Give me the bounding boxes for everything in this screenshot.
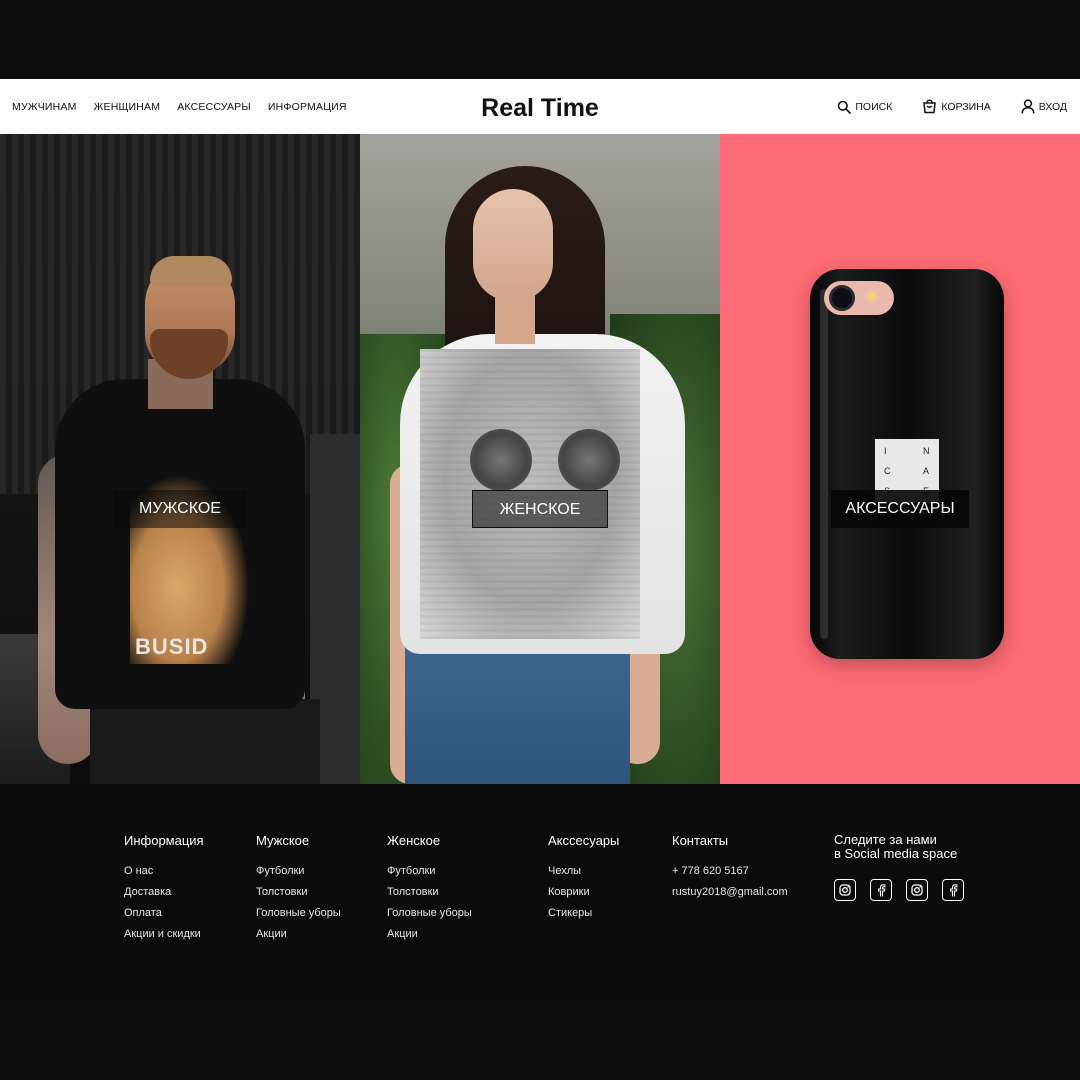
footer-link[interactable]: Коврики xyxy=(548,885,619,899)
facebook-icon[interactable] xyxy=(942,879,964,901)
nav-information[interactable]: ИНФОРМАЦИЯ xyxy=(268,101,347,113)
footer-link[interactable]: Акции и скидки xyxy=(124,927,204,941)
contact-email[interactable]: rustuy2018@gmail.com xyxy=(672,885,788,899)
cart-label: КОРЗИНА xyxy=(941,100,991,113)
social-links xyxy=(834,879,964,901)
model-hair xyxy=(150,256,232,286)
category-label-accessories[interactable]: АКСЕССУАРЫ xyxy=(831,490,969,528)
phone-case-shine xyxy=(820,289,828,639)
model-jeans xyxy=(405,639,630,784)
footer-column-women: Женское Футболки Толстовки Головные убор… xyxy=(387,833,472,948)
footer-heading: Акссесуары xyxy=(548,833,620,848)
tshirt-print-text: BUSID xyxy=(135,634,209,659)
category-panel-women[interactable]: ЖЕНСКОЕ xyxy=(360,134,720,784)
user-icon xyxy=(1021,99,1035,114)
site-header: МУЖЧИНАМ ЖЕНЩИНАМ АКСЕССУАРЫ ИНФОРМАЦИЯ … xyxy=(0,79,1080,134)
logo-letter: I xyxy=(884,446,887,456)
logo-letter: A xyxy=(923,466,930,476)
site-footer: Информация О нас Доставка Оплата Акции и… xyxy=(0,784,1080,1002)
category-hero: BUSID МУЖСКОЕ ЖЕНСКОЕ I N C A АКСЕССУАРЫ xyxy=(0,134,1080,784)
model-face xyxy=(473,189,553,301)
footer-heading: Информация xyxy=(124,833,204,848)
instagram-icon[interactable] xyxy=(906,879,928,901)
phone-case: I N C A S E xyxy=(810,269,1004,659)
footer-column-accessories: Акссесуары Чехлы Коврики Стикеры xyxy=(548,833,619,927)
footer-link[interactable]: Акции xyxy=(387,927,472,941)
footer-column-contacts: Контакты + 778 620 5167 rustuy2018@gmail… xyxy=(672,833,788,906)
instagram-icon[interactable] xyxy=(834,879,856,901)
footer-link[interactable]: Чехлы xyxy=(548,864,619,878)
footer-heading: Женское xyxy=(387,833,441,848)
footer-heading: Мужское xyxy=(256,833,310,848)
print-eye-right xyxy=(558,429,620,491)
footer-link[interactable]: Футболки xyxy=(387,864,472,878)
search-button[interactable]: ПОИСК xyxy=(837,100,892,114)
footer-social: Следите за нами в Social media space xyxy=(834,833,964,901)
footer-link[interactable]: Акции xyxy=(256,927,341,941)
footer-link[interactable]: О нас xyxy=(124,864,204,878)
login-button[interactable]: ВХОД xyxy=(1021,99,1067,114)
footer-link[interactable]: Футболки xyxy=(256,864,341,878)
footer-link[interactable]: Толстовки xyxy=(256,885,341,899)
model-pants xyxy=(90,699,320,784)
footer-link[interactable]: Толстовки xyxy=(387,885,472,899)
nav-men[interactable]: МУЖЧИНАМ xyxy=(12,101,77,113)
cart-button[interactable]: КОРЗИНА xyxy=(922,99,991,114)
search-label: ПОИСК xyxy=(855,100,893,113)
footer-link[interactable]: Головные уборы xyxy=(387,906,472,920)
category-label-men[interactable]: МУЖСКОЕ xyxy=(113,490,247,528)
login-label: ВХОД xyxy=(1038,100,1067,113)
category-panel-men[interactable]: BUSID МУЖСКОЕ xyxy=(0,134,360,784)
nav-women[interactable]: ЖЕНЩИНАМ xyxy=(94,101,161,113)
social-title-line2: в Social media space xyxy=(834,846,958,861)
footer-link[interactable]: Оплата xyxy=(124,906,204,920)
logo-letter: C xyxy=(884,466,891,476)
facebook-icon[interactable] xyxy=(870,879,892,901)
footer-link[interactable]: Доставка xyxy=(124,885,204,899)
camera-flash-icon xyxy=(867,291,877,301)
footer-link[interactable]: Головные уборы xyxy=(256,906,341,920)
cart-icon xyxy=(923,99,937,114)
nav-accessories[interactable]: АКСЕССУАРЫ xyxy=(177,101,251,113)
header-actions: ПОИСК КОРЗИНА ВХОД xyxy=(837,79,1067,134)
print-eye-left xyxy=(470,429,532,491)
contact-phone[interactable]: + 778 620 5167 xyxy=(672,864,788,878)
category-panel-accessories[interactable]: I N C A S E АКСЕССУАРЫ xyxy=(720,134,1080,784)
main-nav: МУЖЧИНАМ ЖЕНЩИНАМ АКСЕССУАРЫ ИНФОРМАЦИЯ xyxy=(12,79,347,134)
footer-link[interactable]: Стикеры xyxy=(548,906,619,920)
footer-column-information: Информация О нас Доставка Оплата Акции и… xyxy=(124,833,204,948)
footer-heading: Контакты xyxy=(672,833,729,848)
logo-letter: N xyxy=(923,446,930,456)
social-title-line1: Следите за нами xyxy=(834,832,937,847)
category-label-women[interactable]: ЖЕНСКОЕ xyxy=(472,490,608,528)
footer-column-men: Мужское Футболки Толстовки Головные убор… xyxy=(256,833,341,948)
camera-lens-icon xyxy=(829,285,855,311)
search-icon xyxy=(838,100,852,114)
